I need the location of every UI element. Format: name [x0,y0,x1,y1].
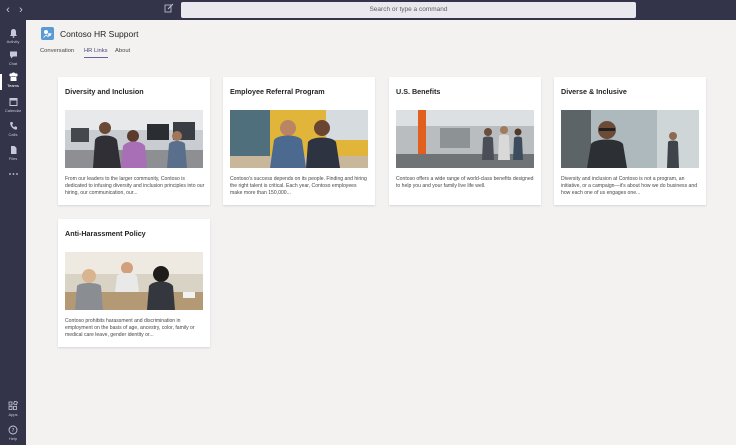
calendar-icon [0,97,26,108]
teams-icon [0,72,26,83]
card-title: U.S. Benefits [396,87,441,96]
back-arrow-icon[interactable]: ‹ [2,3,14,17]
svg-text:?: ? [12,428,15,434]
app-bar: Activity Chat Teams Calendar Calls Files… [0,20,26,445]
card-title: Anti-Harassment Policy [65,229,146,238]
chat-icon [0,50,26,61]
rail-label: Apps [8,412,18,417]
more-icon [0,169,26,180]
link-card[interactable]: Employee Referral Program Contoso's succ… [223,77,375,205]
phone-icon [0,121,26,132]
rail-label: Files [8,156,18,161]
rail-item-teams[interactable]: Teams [0,72,26,94]
title-bar: ‹ › Search or type a command [0,0,736,20]
rail-label: Calls [8,132,18,137]
rail-label: Help [8,436,18,441]
rail-label: Activity [6,39,20,44]
link-card[interactable]: U.S. Benefits Contoso offers a wide rang… [389,77,541,205]
card-title: Diverse & Inclusive [561,87,627,96]
rail-item-apps[interactable]: Apps [0,401,26,423]
rail-item-calendar[interactable]: Calendar [0,97,26,119]
card-description: Diversity and inclusion at Contoso is no… [561,176,698,196]
rail-item-chat[interactable]: Chat [0,50,26,72]
rail-label: Teams [7,83,19,88]
tab-about[interactable]: About [115,47,130,57]
forward-arrow-icon[interactable]: › [15,3,27,17]
link-card[interactable]: Diverse & Inclusive Diversity and inclus… [554,77,706,205]
files-icon [0,145,26,156]
rail-label: Calendar [4,108,22,113]
tab-hr-links[interactable]: HR Links [84,47,108,58]
card-image [65,252,203,310]
rail-item-files[interactable]: Files [0,145,26,167]
team-logo [41,27,54,40]
compose-icon[interactable] [162,3,176,17]
card-title: Employee Referral Program [230,87,325,96]
link-card[interactable]: Anti-Harassment Policy Contoso prohibits… [58,219,210,347]
card-title: Diversity and Inclusion [65,87,144,96]
card-description: Contoso prohibits harassment and discrim… [65,318,195,338]
apps-icon [0,401,26,412]
rail-item-activity[interactable]: Activity [0,28,26,50]
card-image [561,110,699,168]
card-description: From our leaders to the larger community… [65,176,205,196]
card-description: Contoso's success depends on its people.… [230,176,367,196]
rail-label: Chat [8,61,18,66]
team-title: Contoso HR Support [60,29,139,39]
search-input[interactable]: Search or type a command [181,2,636,18]
rail-item-help[interactable]: ? Help [0,425,26,445]
link-card[interactable]: Diversity and Inclusion From our leaders… [58,77,210,205]
card-image [230,110,368,168]
bell-icon [0,28,26,39]
card-description: Contoso offers a wide range of world-cla… [396,176,534,189]
help-icon: ? [0,425,26,436]
card-image [65,110,203,168]
card-image [396,110,534,168]
rail-item-calls[interactable]: Calls [0,121,26,143]
rail-item-more[interactable] [0,169,26,191]
tab-conversation[interactable]: Conversation [40,47,74,57]
